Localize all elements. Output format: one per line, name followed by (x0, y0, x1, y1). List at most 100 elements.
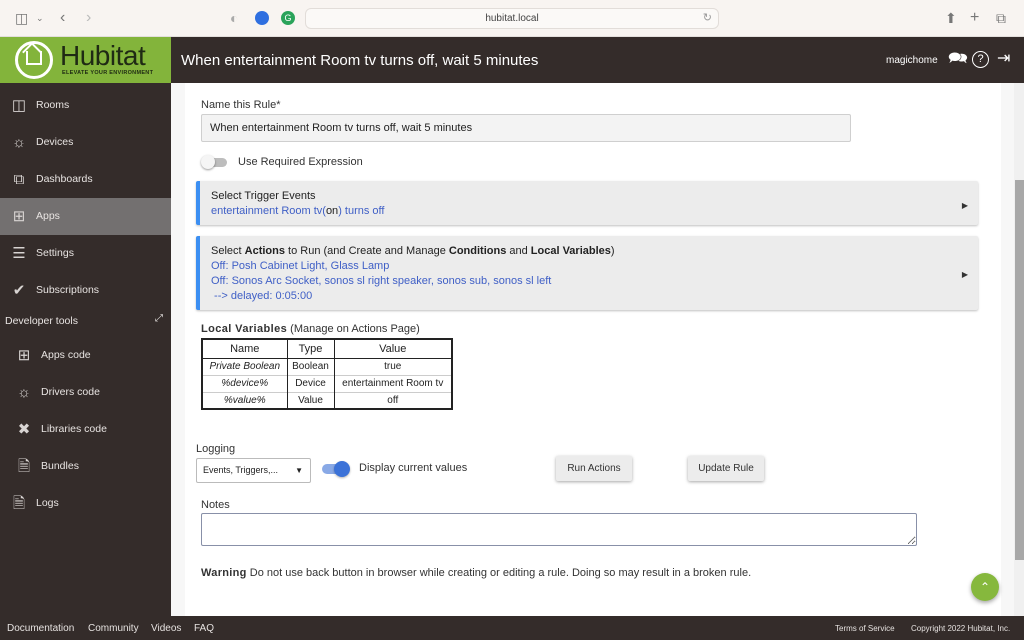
variable-value: true (334, 357, 453, 375)
toggle-knob (201, 155, 215, 169)
sidebar-item-apps[interactable]: ⊞ Apps (0, 198, 171, 235)
sidebar-item-label: Settings (36, 247, 74, 259)
new-tab-icon[interactable]: + (970, 9, 979, 27)
variable-name: Private Boolean (202, 357, 288, 375)
globe-icon[interactable] (255, 11, 269, 25)
scrollbar-thumb[interactable] (1015, 180, 1024, 560)
tools-icon: ✖ (17, 421, 31, 438)
grammarly-icon[interactable]: G (281, 11, 295, 25)
action-line: Off: Posh Cabinet Light, Glass Lamp (211, 260, 390, 272)
sidebar-item-subscriptions[interactable]: ✔ Subscriptions (0, 272, 171, 309)
forward-icon[interactable]: › (86, 9, 91, 27)
footer-link-faq[interactable]: FAQ (194, 623, 214, 634)
table-row: %value% Value off (202, 391, 453, 409)
footer-link-community[interactable]: Community (88, 623, 139, 634)
chevron-down-icon[interactable]: ⌄ (36, 9, 44, 27)
lightbulb-icon: ☼ (17, 384, 31, 401)
copyright-text: Copyright 2022 Hubitat, Inc. (911, 624, 1011, 633)
zip-file-icon: 🗎︎ (17, 458, 31, 475)
column-header: Name (201, 338, 288, 359)
sidebar-item-drivers-code[interactable]: ☼ Drivers code (0, 374, 171, 411)
browser-toolbar: ◫ ⌄ ‹ › ◐ G hubitat.local ↻ ⬆ + ⧉ (0, 0, 1024, 37)
check-circle-icon: ✔ (12, 282, 26, 299)
url-bar[interactable]: hubitat.local ↻ (305, 8, 719, 29)
action-line: Off: Sonos Arc Socket, sonos sl right sp… (211, 275, 552, 287)
tabs-icon[interactable]: ⧉ (996, 9, 1006, 27)
sidebar-item-label: Bundles (41, 460, 79, 472)
sidebar-item-apps-code[interactable]: ⊞ Apps code (0, 337, 171, 374)
sidebar-item-libraries-code[interactable]: ✖ Libraries code (0, 411, 171, 448)
username[interactable]: magichome (886, 55, 938, 66)
share-icon[interactable]: ⬆ (945, 9, 957, 27)
rule-name-label: Name this Rule* (201, 99, 281, 111)
sidebar-item-label: Libraries code (41, 423, 107, 435)
sidebar-item-label: Devices (36, 136, 74, 148)
rooms-icon: ◫ (11, 97, 27, 114)
logout-icon[interactable]: ⇥ (997, 49, 1010, 69)
expand-arrow-icon[interactable]: ▶ (962, 270, 968, 279)
collapse-icon[interactable]: ⤢ (155, 313, 163, 324)
sidebar-item-devices[interactable]: ☼ Devices (0, 124, 171, 161)
reload-icon[interactable]: ↻ (703, 9, 712, 28)
variable-type: Device (287, 374, 335, 392)
sidebar-item-logs[interactable]: 🗎︎ Logs (0, 485, 171, 522)
apps-icon: ⊞ (12, 208, 26, 225)
shield-icon[interactable]: ◐ (230, 9, 238, 27)
logging-label: Logging (196, 443, 236, 455)
required-expression-toggle[interactable] (201, 155, 227, 169)
variable-name: %device% (202, 374, 288, 392)
dashboards-icon: ⧉ (13, 171, 25, 188)
back-icon[interactable]: ‹ (60, 9, 65, 27)
apps-icon: ⊞ (17, 347, 31, 364)
trigger-device: entertainment Room tv( (211, 205, 326, 217)
trigger-summary: entertainment Room tv(on) turns off (211, 205, 384, 217)
sidebar-item-label: Apps code (41, 349, 91, 361)
sidebar-item-label: Rooms (36, 99, 70, 111)
footer-link-documentation[interactable]: Documentation (7, 623, 74, 634)
developer-tools-label: Developer tools (5, 315, 78, 327)
footer-link-terms[interactable]: Terms of Service (835, 624, 895, 633)
url-text: hubitat.local (485, 13, 539, 24)
sidebar-item-label: Apps (36, 210, 60, 222)
sidebar-toggle-icon[interactable]: ◫ (15, 9, 28, 27)
sidebar-item-label: Drivers code (41, 386, 100, 398)
sliders-icon: ☰ (12, 245, 26, 262)
trigger-state: on (325, 205, 339, 217)
footer-link-videos[interactable]: Videos (151, 623, 181, 634)
scrollbar[interactable] (1014, 83, 1024, 616)
help-icon[interactable]: ? (972, 51, 989, 68)
run-actions-button[interactable]: Run Actions (556, 456, 632, 481)
action-line: --> delayed: 0:05:00 (211, 290, 313, 302)
required-expression-label: Use Required Expression (238, 156, 363, 168)
column-header: Type (286, 338, 335, 359)
chat-icon[interactable]: 🗪︎ (948, 49, 968, 69)
table-row: Private Boolean Boolean true (202, 357, 453, 375)
trigger-events-section[interactable]: Select Trigger Events entertainment Room… (196, 181, 978, 225)
logging-select[interactable]: Events, Triggers,... ▼ (196, 458, 311, 483)
variable-value: off (334, 391, 453, 409)
logo-text: Hubitat (60, 40, 146, 71)
column-header: Value (333, 338, 453, 359)
sidebar-item-label: Subscriptions (36, 284, 100, 296)
logs-icon: 🗎︎ (12, 495, 26, 512)
scroll-to-top-button[interactable]: ⌃ (971, 573, 999, 601)
sidebar: ◫ Rooms ☼ Devices ⧉ Dashboards ⊞ Apps ☰ … (0, 83, 171, 616)
expand-arrow-icon[interactable]: ▶ (962, 201, 968, 210)
lightbulb-icon: ☼ (12, 134, 26, 151)
hubitat-logo[interactable]: Hubitat ELEVATE YOUR ENVIRONMENT (0, 37, 171, 83)
dropdown-caret-icon: ▼ (295, 466, 303, 475)
sidebar-item-dashboards[interactable]: ⧉ Dashboards (0, 161, 171, 198)
table-row: %device% Device entertainment Room tv (202, 374, 453, 392)
warning-text: Warning Do not use back button in browse… (201, 567, 752, 579)
logging-value: Events, Triggers,... (203, 465, 279, 475)
sidebar-item-bundles[interactable]: 🗎︎ Bundles (0, 448, 171, 485)
sidebar-item-settings[interactable]: ☰ Settings (0, 235, 171, 272)
sidebar-item-rooms[interactable]: ◫ Rooms (0, 87, 171, 124)
rule-name-input[interactable]: When entertainment Room tv turns off, wa… (201, 114, 851, 142)
actions-title: Select Actions to Run (and Create and Ma… (211, 245, 615, 257)
notes-textarea[interactable] (201, 513, 917, 546)
actions-section[interactable]: Select Actions to Run (and Create and Ma… (196, 236, 978, 310)
variable-type: Value (287, 391, 335, 409)
update-rule-button[interactable]: Update Rule (688, 456, 764, 481)
display-current-values-toggle[interactable] (322, 461, 350, 477)
